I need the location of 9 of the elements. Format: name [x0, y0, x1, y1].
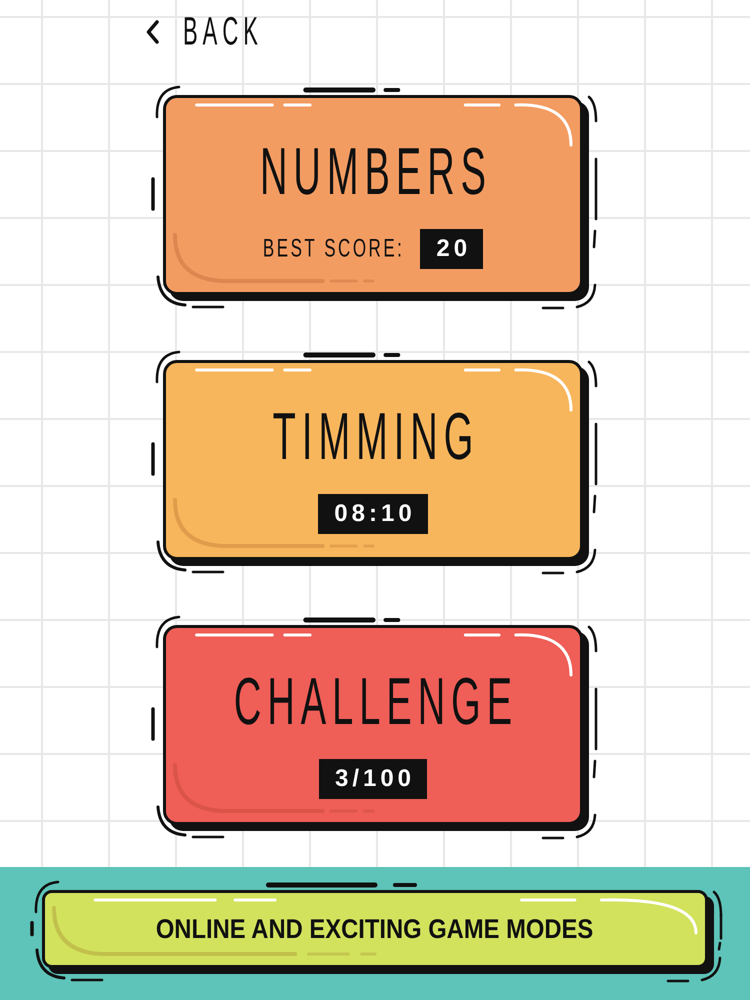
score-label: BEST SCORE: — [262, 234, 404, 264]
mode-title: NUMBERS — [258, 135, 492, 212]
mode-title: TIMMING — [272, 400, 480, 476]
score-value: 3/100 — [318, 759, 428, 799]
back-button[interactable]: BACK — [146, 14, 263, 50]
score-value: 08:10 — [318, 494, 428, 534]
score-value: 20 — [420, 229, 484, 269]
chevron-left-icon — [146, 20, 159, 44]
mode-title: CHALLENGE — [232, 665, 518, 742]
